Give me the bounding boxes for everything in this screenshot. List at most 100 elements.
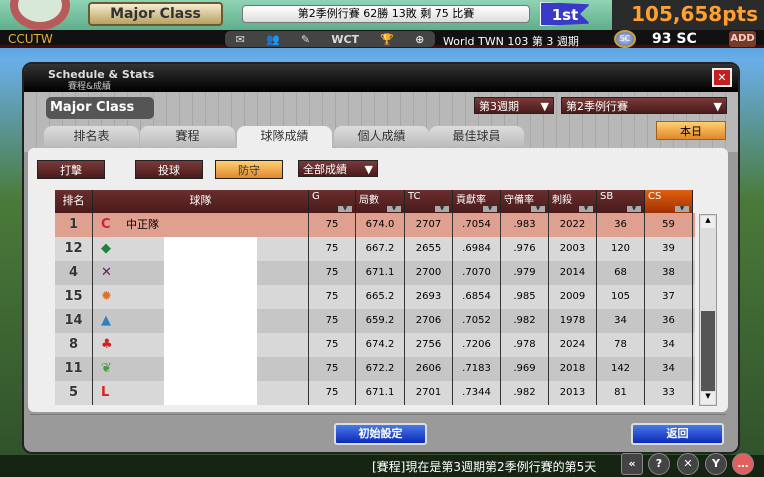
stat-cell: .985 <box>501 285 549 309</box>
stat-cell: 38 <box>645 261 693 285</box>
stat-cell: .7183 <box>453 357 501 381</box>
edit-icon[interactable]: ✎ <box>301 33 310 46</box>
stat-cell: 75 <box>309 261 356 285</box>
stat-cell: 2022 <box>549 213 597 237</box>
team-name: 中正隊 <box>126 218 159 231</box>
close-button[interactable]: ✕ <box>712 68 732 87</box>
scroll-down-icon[interactable]: ▼ <box>701 392 715 404</box>
tab-2[interactable]: 球隊成績 <box>237 126 332 149</box>
filter-button-1[interactable]: 投球 <box>135 160 203 179</box>
stat-cell: 39 <box>645 237 693 261</box>
scope-select[interactable]: 全部成績 ▼ <box>298 160 378 177</box>
stat-cell: 674.2 <box>356 333 405 357</box>
sort-icon[interactable]: ▼ <box>531 206 545 212</box>
stat-cell: 75 <box>309 309 356 333</box>
column-header[interactable]: CS ▼ <box>645 190 693 213</box>
friends-icon[interactable]: 👥 <box>266 33 280 46</box>
wct-button[interactable]: WCT <box>331 33 359 46</box>
column-header[interactable]: 貢獻率 ▼ <box>453 190 501 213</box>
window-subtitle: 賽程&成績 <box>68 82 112 92</box>
column-header[interactable]: TC ▼ <box>405 190 453 213</box>
stat-cell: 671.1 <box>356 261 405 285</box>
stat-cell: 75 <box>309 213 356 237</box>
chat-icon[interactable]: … <box>732 453 754 475</box>
sort-icon[interactable]: ▼ <box>627 206 641 212</box>
sort-icon[interactable]: ▼ <box>483 206 497 212</box>
help-icon[interactable]: ? <box>648 453 670 475</box>
add-sc-button[interactable]: ADD <box>729 31 756 47</box>
stat-cell: 75 <box>309 285 356 309</box>
rank-cell: 1 <box>55 213 93 237</box>
stat-cell: .979 <box>501 261 549 285</box>
stat-cell: 36 <box>597 213 645 237</box>
today-button[interactable]: 本日 <box>656 121 726 140</box>
season-select[interactable]: 第2季例行賽 ▼ <box>561 97 727 114</box>
team-cell: ♣ <box>93 333 309 357</box>
team-logo-icon: ▲ <box>101 313 111 328</box>
team-logo-icon: ♣ <box>101 337 113 352</box>
antenna-icon[interactable]: Y <box>705 453 727 475</box>
table-row[interactable]: 8 ♣ 75 674.2 2756.7206.978 2024 78 34 <box>55 333 695 357</box>
column-header: 球隊 <box>93 190 309 213</box>
username: CCUTW <box>8 32 53 46</box>
sc-coin-icon: SC <box>614 30 636 48</box>
stat-cell: 2655 <box>405 237 453 261</box>
stat-cell: 33 <box>645 381 693 405</box>
filter-button-2[interactable]: 防守 <box>215 160 283 179</box>
rank-cell: 8 <box>55 333 93 357</box>
filter-button-0[interactable]: 打擊 <box>37 160 105 179</box>
tab-0[interactable]: 排名表 <box>44 126 139 147</box>
plus-icon[interactable]: ⊕ <box>415 33 424 46</box>
team-logo-icon: ❦ <box>101 361 112 376</box>
team-stats-table: 排名 球隊 G ▼ 局數 ▼ TC ▼ 貢獻率 ▼ 守備率 ▼ 刺殺 ▼ SB ▼ CS ▼ 1 C 中正隊 75 674… <box>55 190 695 407</box>
stat-cell: 2701 <box>405 381 453 405</box>
redacted-team-name <box>164 333 257 357</box>
stat-cell: .978 <box>501 333 549 357</box>
scroll-thumb[interactable] <box>701 311 715 391</box>
league-label: Major Class <box>46 97 154 119</box>
column-header[interactable]: 刺殺 ▼ <box>549 190 597 213</box>
column-label: 守備率 <box>504 195 534 206</box>
team-cell: ✹ <box>93 285 309 309</box>
week-select[interactable]: 第3週期 ▼ <box>474 97 554 114</box>
collapse-icon[interactable]: « <box>621 453 643 475</box>
column-header[interactable]: SB ▼ <box>597 190 645 213</box>
sort-icon[interactable]: ▼ <box>338 206 352 212</box>
mail-icon[interactable]: ✉ <box>236 33 245 46</box>
sort-icon[interactable]: ▼ <box>387 206 401 212</box>
table-row[interactable]: 4 ✕ 75 671.1 2700.7070.979 2014 68 38 <box>55 261 695 285</box>
table-row[interactable]: 1 C 中正隊 75 674.0 2707.7054.983 2022 36 59 <box>55 213 695 237</box>
sort-icon[interactable]: ▼ <box>675 206 689 212</box>
column-header[interactable]: G ▼ <box>309 190 356 213</box>
table-row[interactable]: 5 L 75 671.1 2701.7344.982 2013 81 33 <box>55 381 695 405</box>
tab-4[interactable]: 最佳球員 <box>429 126 524 147</box>
column-label: TC <box>408 191 421 202</box>
table-row[interactable]: 14 ▲ 75 659.2 2706.7052.982 1978 34 36 <box>55 309 695 333</box>
stat-cell: 81 <box>597 381 645 405</box>
column-label: 貢獻率 <box>456 195 486 206</box>
stat-cell: 2009 <box>549 285 597 309</box>
stat-cell: .983 <box>501 213 549 237</box>
sort-icon[interactable]: ▼ <box>435 206 449 212</box>
table-row[interactable]: 11 ❦ 75 672.2 2606.7183.969 2018 142 34 <box>55 357 695 381</box>
sort-icon[interactable]: ▼ <box>579 206 593 212</box>
scroll-up-icon[interactable]: ▲ <box>701 216 715 228</box>
mute-icon[interactable]: ✕ <box>677 453 699 475</box>
table-row[interactable]: 15 ✹ 75 665.2 2693.6854.985 2009 105 37 <box>55 285 695 309</box>
table-row[interactable]: 12 ◆ 75 667.2 2655.6984.976 2003 120 39 <box>55 237 695 261</box>
redacted-team-name <box>164 237 257 261</box>
chevron-down-icon: ▼ <box>713 100 722 113</box>
column-header[interactable]: 守備率 ▼ <box>501 190 549 213</box>
tab-3[interactable]: 個人成績 <box>334 126 429 147</box>
team-cell: C 中正隊 <box>93 213 309 237</box>
rank-cell: 12 <box>55 237 93 261</box>
reset-button[interactable]: 初始設定 <box>334 423 427 445</box>
column-header[interactable]: 局數 ▼ <box>356 190 405 213</box>
trophy-icon[interactable]: 🏆 <box>380 33 394 46</box>
stat-cell: 2024 <box>549 333 597 357</box>
redacted-team-name <box>164 261 257 285</box>
tab-1[interactable]: 賽程 <box>140 126 235 147</box>
stat-cell: 2606 <box>405 357 453 381</box>
back-button[interactable]: 返回 <box>631 423 724 445</box>
scrollbar[interactable]: ▲ ▼ <box>699 214 717 406</box>
